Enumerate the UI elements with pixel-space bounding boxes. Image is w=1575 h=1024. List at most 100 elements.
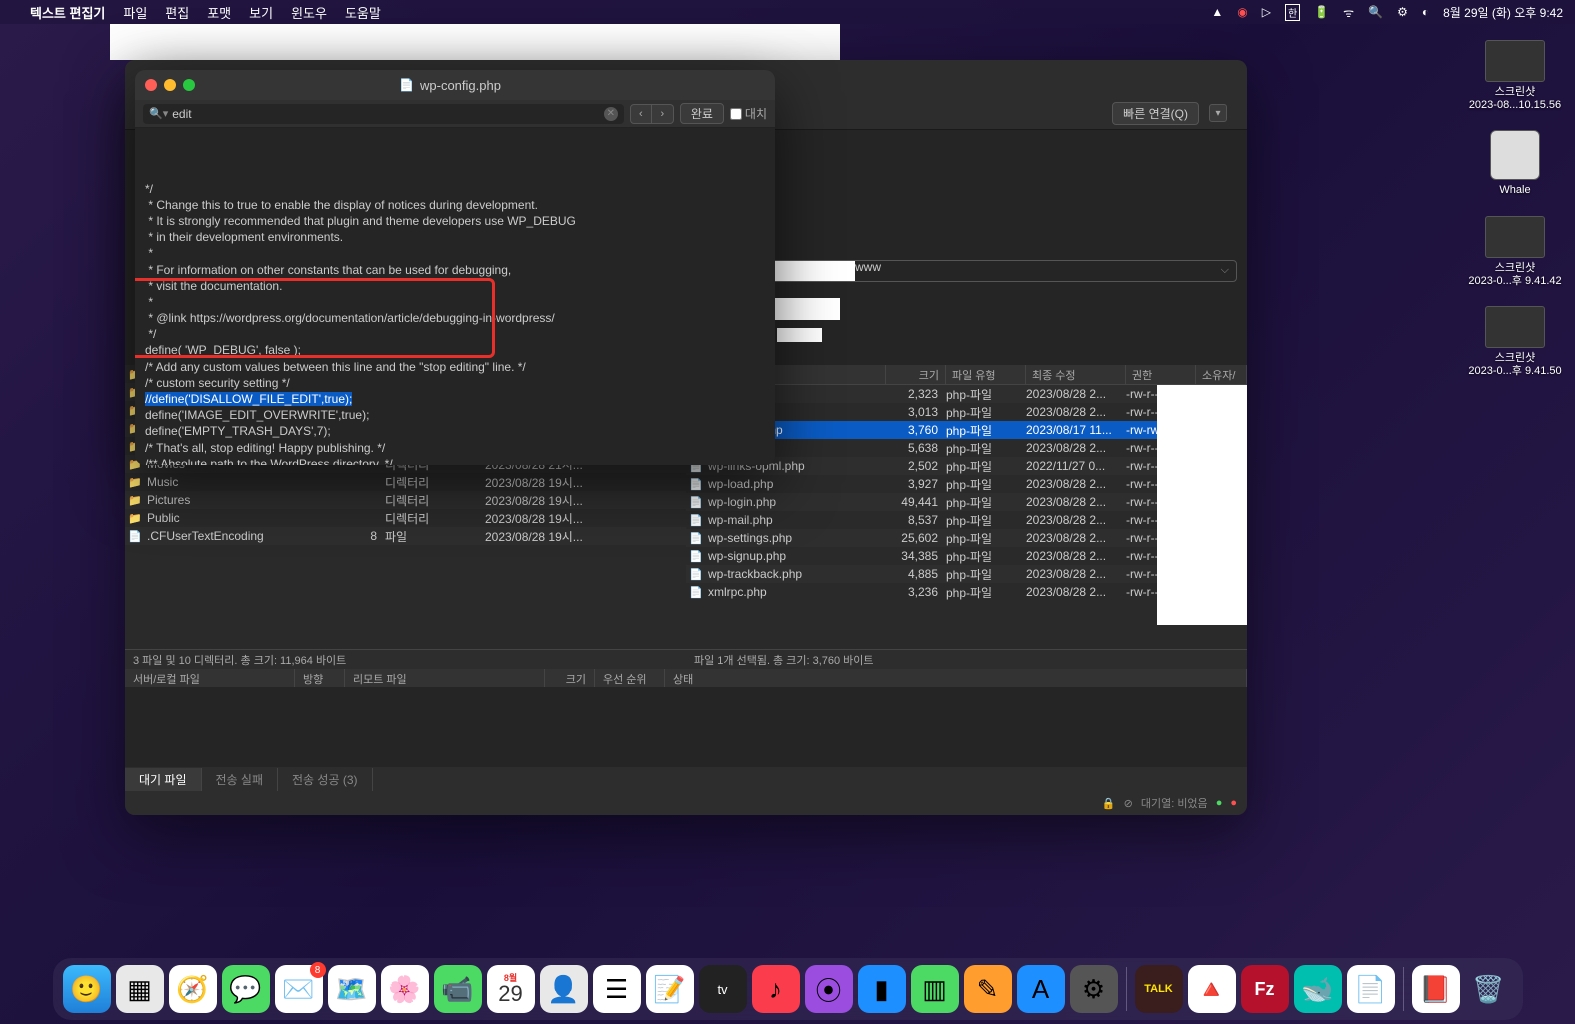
dock-safari[interactable]: 🧭 [169,965,217,1013]
search-icon[interactable]: 🔍 [1368,5,1383,19]
dock-reminders[interactable]: ☰ [593,965,641,1013]
dock-filezilla[interactable]: Fz [1241,965,1289,1013]
find-input[interactable] [172,107,600,121]
col-owner[interactable]: 소유자/그룹 [1196,365,1247,384]
status-icons: ▲ ◉ ▷ 한 🔋 ᯤ 🔍 ⚙ ◐ 8월 29일 (화) 오후 9:42 [1211,4,1563,21]
chevron-down-icon[interactable]: ⌵ [1221,264,1229,277]
dock-launchpad[interactable]: ▦ [116,965,164,1013]
dock-facetime[interactable]: 📹 [434,965,482,1013]
tab-queued[interactable]: 대기 파일 [125,768,202,791]
menu-window[interactable]: 윈도우 [291,3,327,22]
wifi-icon[interactable]: ᯤ [1343,4,1354,21]
clear-search-icon[interactable]: ✕ [604,107,618,121]
dock-maps[interactable]: 🗺️ [328,965,376,1013]
search-icon[interactable]: 🔍▾ [149,107,168,120]
dock-separator [1403,967,1404,1011]
qh-priority[interactable]: 우선 순위 [595,669,665,687]
input-method-icon[interactable]: 한 [1285,4,1300,21]
document-icon: 📄 [399,78,414,92]
menu-file[interactable]: 파일 [123,3,147,22]
redacted-block [1157,385,1247,625]
menu-help[interactable]: 도움말 [345,3,381,22]
desktop-icon-whale-disk[interactable]: Whale [1465,130,1565,197]
dock-notes[interactable]: 📝 [646,965,694,1013]
menu-view[interactable]: 보기 [249,3,273,22]
dock-messages[interactable]: 💬 [222,965,270,1013]
qh-serverlocal[interactable]: 서버/로컬 파일 [125,669,295,687]
dock-finder[interactable]: 🙂 [63,965,111,1013]
dock-pages[interactable]: ✎ [964,965,1012,1013]
desktop-icon-screenshot-1[interactable]: 스크린샷2023-08...10.15.56 [1465,40,1565,112]
minimize-button[interactable] [164,79,176,91]
dock-tv[interactable]: tv [699,965,747,1013]
qh-direction[interactable]: 방향 [295,669,345,687]
menu-format[interactable]: 포맷 [207,3,231,22]
find-input-wrapper: 🔍▾ ✕ [143,104,624,124]
dock-generic-app[interactable]: 📕 [1412,965,1460,1013]
redacted-block [777,328,822,342]
col-modified[interactable]: 최종 수정 [1026,365,1126,384]
globe-icon: ⊘ [1124,797,1133,810]
battery-icon[interactable]: 🔋 [1314,5,1329,19]
control-center-icon[interactable]: ⚙ [1397,5,1408,19]
dock-music[interactable]: ♪ [752,965,800,1013]
desktop-icon-screenshot-3[interactable]: 스크린샷2023-0...후 9.41.50 [1465,306,1565,378]
remote-path-input[interactable] [765,260,1237,282]
record-icon[interactable]: ◉ [1237,5,1247,19]
dock-calendar[interactable]: 8월29 [487,965,535,1013]
quickconnect-dropdown-icon[interactable]: ▾ [1209,104,1227,122]
qh-remote[interactable]: 리모트 파일 [345,669,545,687]
dock-mail[interactable]: ✉️8 [275,965,323,1013]
dock-podcasts[interactable]: ⦿ [805,965,853,1013]
queue-area [125,687,1247,767]
replace-toggle[interactable]: 대치 [730,105,767,122]
dock-trash[interactable]: 🗑️ [1465,965,1513,1013]
tab-failed[interactable]: 전송 실패 [202,768,279,791]
editor-content[interactable]: */ * Change this to true to enable the d… [135,128,775,465]
datetime[interactable]: 8월 29일 (화) 오후 9:42 [1443,4,1563,21]
dock-whale[interactable]: 🐋 [1294,965,1342,1013]
dock-separator [1126,967,1127,1011]
replace-checkbox[interactable] [730,108,742,120]
table-row[interactable]: 📄.CFUserTextEncoding8파일2023/08/28 19시... [125,527,686,545]
qh-status[interactable]: 상태 [665,669,1247,687]
dock-appstore[interactable]: A [1017,965,1065,1013]
remote-status: 파일 1개 선택됨. 총 크기: 3,760 바이트 [686,649,1247,669]
traffic-lights [145,79,195,91]
desktop-icon-screenshot-2[interactable]: 스크린샷2023-0...후 9.41.42 [1465,216,1565,288]
dock-kakaotalk[interactable]: TALK [1135,965,1183,1013]
play-icon[interactable]: ▷ [1262,5,1271,19]
zoom-button[interactable] [183,79,195,91]
textedit-titlebar[interactable]: 📄 wp-config.php [135,70,775,100]
find-nav: ‹ › [630,104,674,124]
find-prev-button[interactable]: ‹ [630,104,652,124]
table-row[interactable]: 📁Public디렉터리2023/08/28 19시... [125,509,686,527]
col-perm[interactable]: 권한 [1126,365,1196,384]
find-next-button[interactable]: › [652,104,674,124]
table-row[interactable]: 📁Pictures디렉터리2023/08/28 19시... [125,491,686,509]
quickconnect-button[interactable]: 빠른 연결(Q) [1112,102,1199,125]
col-size[interactable]: 크기 [886,365,946,384]
dock-contacts[interactable]: 👤 [540,965,588,1013]
queue-tabs: 대기 파일 전송 실패 전송 성공 (3) [125,767,1247,791]
find-done-button[interactable]: 완료 [680,103,724,124]
triangle-icon[interactable]: ▲ [1211,5,1223,19]
tab-success[interactable]: 전송 성공 (3) [278,768,373,791]
siri-icon[interactable]: ◐ [1422,5,1429,19]
menubar: 텍스트 편집기 파일 편집 포맷 보기 윈도우 도움말 ▲ ◉ ▷ 한 🔋 ᯤ … [0,0,1575,24]
dock-naver[interactable]: 🔺 [1188,965,1236,1013]
menu-edit[interactable]: 편집 [165,3,189,22]
qh-size[interactable]: 크기 [545,669,595,687]
status-dot-green: ● [1216,797,1223,809]
dock-numbers[interactable]: ▥ [911,965,959,1013]
dock-settings[interactable]: ⚙ [1070,965,1118,1013]
col-type[interactable]: 파일 유형 [946,365,1026,384]
table-row[interactable]: 📁Music디렉터리2023/08/28 19시... [125,473,686,491]
mail-badge: 8 [310,962,326,978]
thumbnail-icon [1485,216,1545,258]
dock-photos[interactable]: 🌸 [381,965,429,1013]
app-name[interactable]: 텍스트 편집기 [30,3,105,22]
dock-textedit[interactable]: 📄 [1347,965,1395,1013]
dock-keynote[interactable]: ▮ [858,965,906,1013]
close-button[interactable] [145,79,157,91]
